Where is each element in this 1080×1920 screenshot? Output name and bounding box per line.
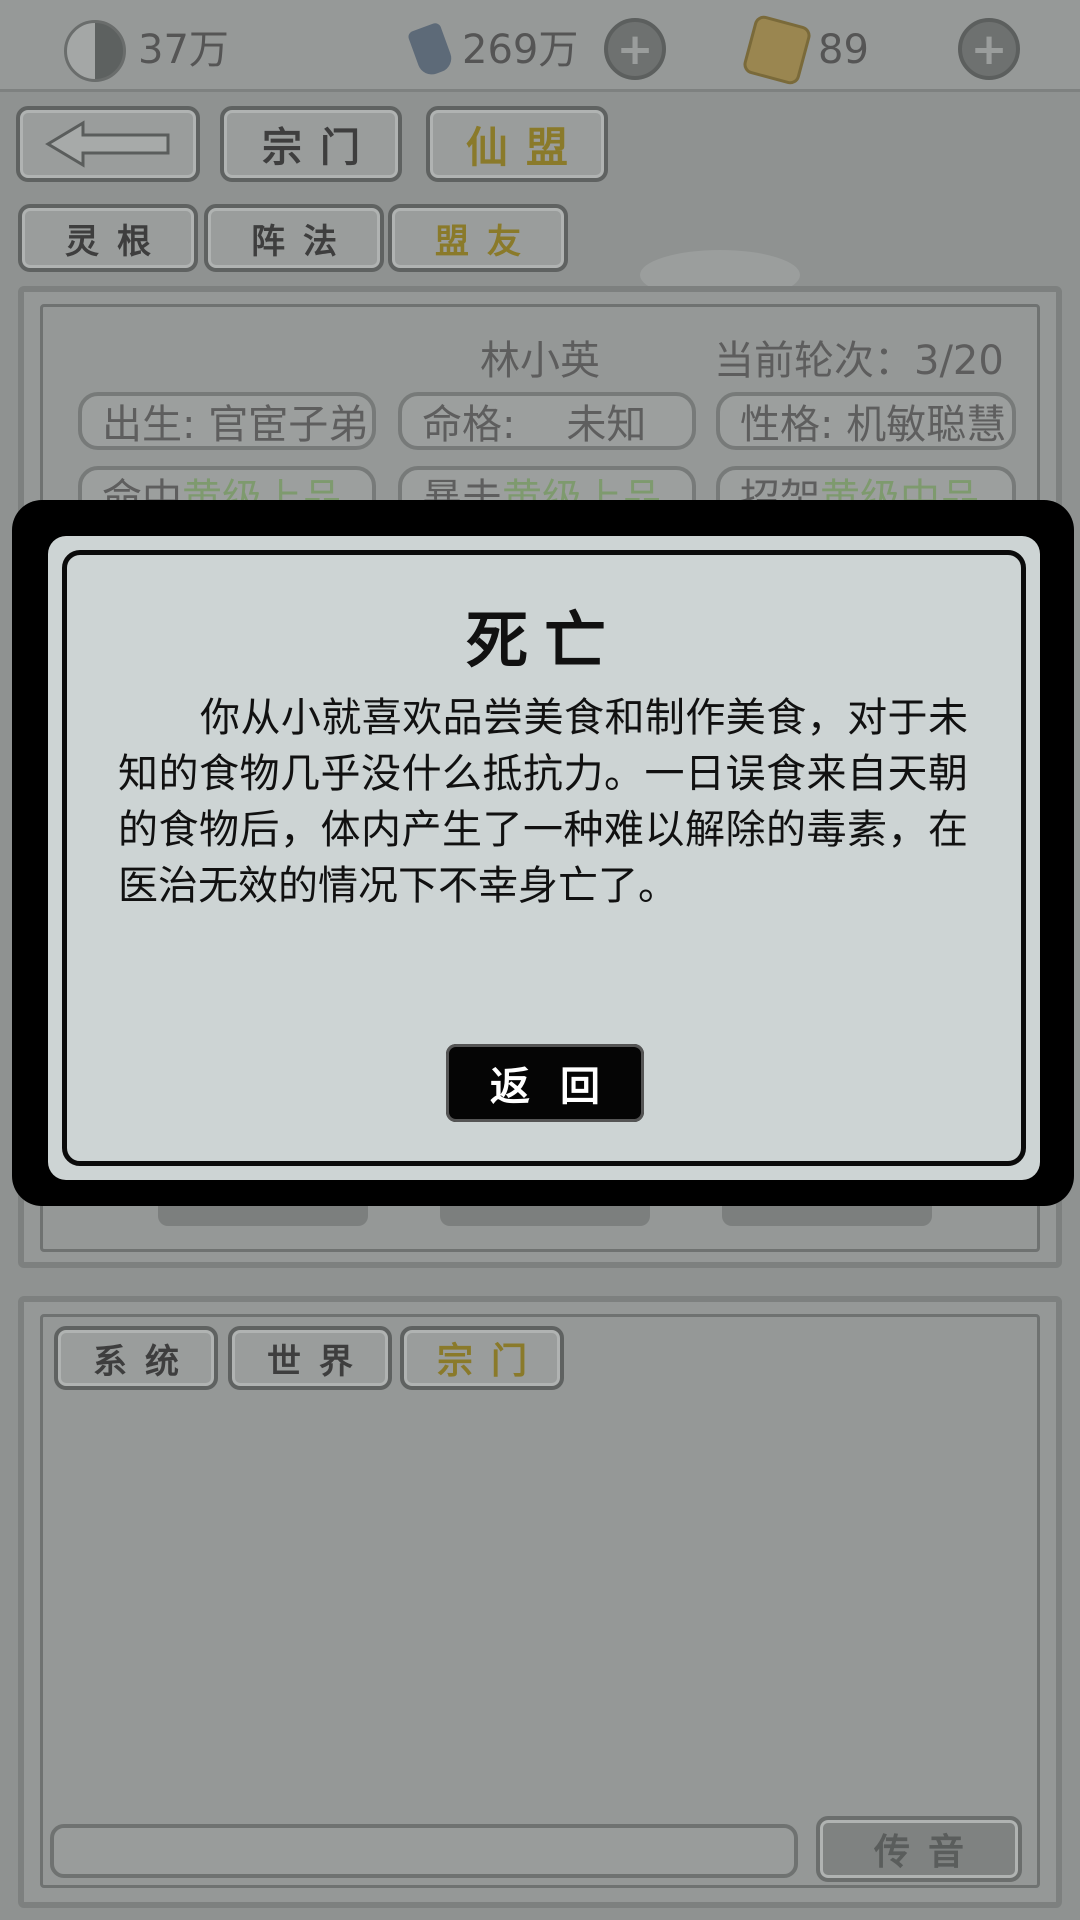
personality-text: 性格: 机敏聪慧	[740, 402, 1007, 448]
chat-input[interactable]	[50, 1824, 798, 1878]
personality-attribute: 性格: 机敏聪慧	[716, 392, 1016, 450]
subtab-formation[interactable]: 阵法	[204, 204, 384, 272]
plus-icon: +	[970, 23, 1008, 75]
modal-title: 死亡	[465, 604, 622, 677]
birth-attribute: 出生: 官宦子弟	[78, 392, 376, 450]
chat-tab-system[interactable]: 系统	[54, 1326, 218, 1390]
chat-tab-world[interactable]: 世界	[228, 1326, 392, 1390]
birth-text: 出生: 官宦子弟	[102, 402, 369, 448]
tab-alliance[interactable]: 仙盟	[426, 106, 608, 182]
subtab-spirit-root[interactable]: 灵根	[18, 204, 198, 272]
character-name: 林小英	[480, 338, 600, 384]
send-message-button[interactable]: 传音	[816, 1816, 1022, 1882]
chat-panel-inner	[40, 1314, 1040, 1888]
yinyang-currency-value: 37万	[138, 27, 229, 73]
subtab-ally[interactable]: 盟友	[388, 204, 568, 272]
token-currency-value: 89	[818, 27, 869, 73]
fate-text: 命格: 未知	[422, 402, 647, 448]
round-counter: 当前轮次：3/20	[714, 338, 1004, 384]
plus-icon: +	[616, 23, 654, 75]
tab-sect[interactable]: 宗门	[220, 106, 402, 182]
add-crystal-button[interactable]: +	[604, 18, 666, 80]
add-token-button[interactable]: +	[958, 18, 1020, 80]
back-arrow-icon	[45, 120, 170, 168]
crystal-currency-value: 269万	[462, 27, 579, 73]
chat-tab-sect[interactable]: 宗门	[400, 1326, 564, 1390]
back-arrow-button[interactable]	[16, 106, 200, 182]
fate-attribute: 命格: 未知	[398, 392, 696, 450]
return-button[interactable]: 返回	[446, 1044, 644, 1122]
modal-message: 你从小就喜欢品尝美食和制作美食，对于未知的食物几乎没什么抵抗力。一日误食来自天朝…	[118, 695, 968, 909]
yinyang-icon	[64, 20, 126, 82]
